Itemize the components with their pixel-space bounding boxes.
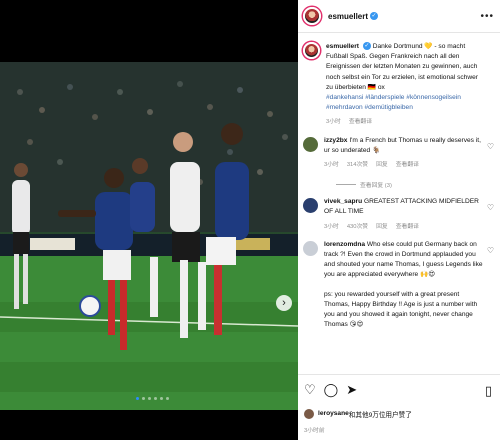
- comment-item: izzy2bx I'm a French but Thomas u really…: [298, 128, 500, 171]
- post-photo: ›: [0, 62, 298, 410]
- comment-username[interactable]: lorenzomdna: [324, 241, 365, 248]
- author-username[interactable]: esmuellert: [328, 12, 368, 21]
- comment-icon[interactable]: ◯: [324, 382, 339, 398]
- comment-item: lorenzomdna Who else could put Germany b…: [298, 232, 500, 331]
- comment-avatar[interactable]: [303, 136, 318, 152]
- caption-translate-link[interactable]: 查看翻译: [349, 117, 372, 127]
- likes-summary-text: 和其他9万位用户赞了: [348, 411, 412, 419]
- likes-summary[interactable]: leroysane 和其他9万位用户赞了: [304, 408, 412, 419]
- caption-avatar[interactable]: [303, 42, 320, 59]
- comment-time: 3小时: [324, 223, 339, 230]
- comment-likes[interactable]: 314次赞: [347, 160, 368, 170]
- view-replies-label: 查看回复 (3): [360, 183, 392, 190]
- caption-time: 3小时: [326, 119, 341, 126]
- liker-username[interactable]: leroysane: [318, 410, 349, 417]
- comment-translate-link[interactable]: 查看翻译: [396, 160, 419, 170]
- carousel-next-button[interactable]: ›: [276, 295, 292, 311]
- caption-username[interactable]: esmuellert: [326, 43, 359, 50]
- caption-hashtags[interactable]: #dankehansi #länderspiele #könnensogeils…: [326, 93, 486, 113]
- heart-outline-icon[interactable]: ♡: [304, 382, 316, 398]
- comment-likes[interactable]: 430次赞: [347, 222, 368, 232]
- comment-username[interactable]: izzy2bx: [324, 137, 347, 144]
- carousel-dot-active: [136, 397, 139, 400]
- comment-reply-link[interactable]: 回复: [376, 222, 388, 232]
- comment-text-continued: ps: you rewarded yourself with a great p…: [324, 290, 478, 329]
- carousel-dot: [154, 397, 157, 400]
- comment-username[interactable]: vivek_sapru: [324, 198, 362, 205]
- comment-reply-link[interactable]: 回复: [376, 160, 388, 170]
- view-replies-link[interactable]: 查看回复 (3): [336, 180, 500, 189]
- post-header: esmuellert ✓ •••: [298, 0, 500, 33]
- caption-entry: esmuellert ✓ Danke Dortmund 💛 - so macht…: [298, 34, 500, 128]
- author-avatar[interactable]: [303, 7, 321, 25]
- carousel-dot: [160, 397, 163, 400]
- media-area: ›: [0, 0, 298, 440]
- post-actions-bar: ♡ ◯ ➤ ▯: [298, 374, 500, 404]
- post-age: 3小时前: [304, 428, 325, 434]
- comment-avatar[interactable]: [303, 198, 318, 214]
- carousel-dots: [136, 397, 169, 400]
- caption-text: Danke Dortmund 💛 - so macht Fußball Spaß…: [326, 43, 478, 91]
- comment-avatar[interactable]: [303, 240, 318, 256]
- liker-avatar: [304, 409, 314, 419]
- comment-like-heart-icon[interactable]: ♡: [487, 246, 494, 255]
- comment-like-heart-icon[interactable]: ♡: [487, 203, 494, 212]
- carousel-dot: [166, 397, 169, 400]
- carousel-dot: [142, 397, 145, 400]
- post-side-panel: esmuellert ✓ ••• esmuellert ✓ Danke Dort…: [298, 0, 500, 440]
- comments-scroll-area[interactable]: esmuellert ✓ Danke Dortmund 💛 - so macht…: [298, 34, 500, 374]
- verified-badge-icon: ✓: [362, 42, 371, 51]
- verified-badge-icon: ✓: [370, 12, 379, 20]
- bookmark-icon[interactable]: ▯: [485, 383, 492, 399]
- instagram-post-view: › esmuellert ✓ ••• esmuellert ✓ Danke Do…: [0, 0, 500, 440]
- comment-like-heart-icon[interactable]: ♡: [487, 142, 494, 151]
- carousel-dot: [148, 397, 151, 400]
- comment-time: 3小时: [324, 162, 339, 169]
- send-icon[interactable]: ➤: [346, 382, 357, 398]
- comment-translate-link[interactable]: 查看翻译: [396, 222, 419, 232]
- comment-item: vivek_sapru GREATEST ATTACKING MIDFIELDE…: [298, 189, 500, 232]
- comment-text: I'm a French but Thomas u really deserve…: [324, 136, 481, 154]
- football-photo-illustration: [0, 62, 298, 410]
- more-dots-icon[interactable]: •••: [480, 11, 494, 22]
